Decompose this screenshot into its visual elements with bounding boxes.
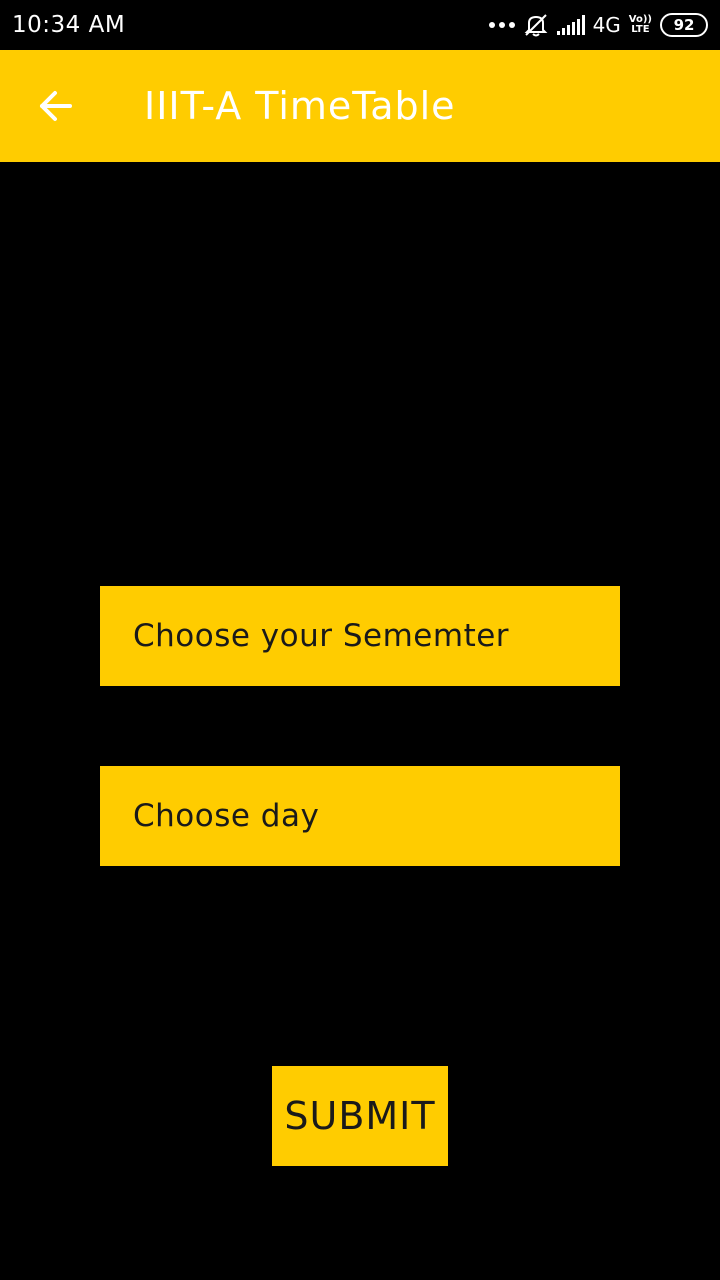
- status-bar: 10:34 AM 4G Vo)) LTE 92: [0, 0, 720, 50]
- day-select-label: Choose day: [133, 798, 320, 834]
- alarm-off-icon: [524, 14, 547, 37]
- submit-button-label: SUBMIT: [284, 1094, 436, 1138]
- signal-bars-icon: [556, 15, 585, 35]
- volte-bottom: LTE: [631, 24, 650, 35]
- submit-button[interactable]: SUBMIT: [272, 1066, 448, 1166]
- day-select[interactable]: Choose day: [100, 766, 620, 866]
- screen: 10:34 AM 4G Vo)) LTE 92 IIIT-A TimeTable…: [0, 0, 720, 1280]
- status-time: 10:34 AM: [12, 12, 126, 38]
- battery-level: 92: [673, 16, 695, 34]
- more-dots-icon: [488, 22, 515, 28]
- network-type: 4G: [592, 13, 621, 37]
- page-title: IIIT-A TimeTable: [144, 84, 456, 128]
- app-bar: IIIT-A TimeTable: [0, 50, 720, 162]
- status-icons: 4G Vo)) LTE 92: [488, 9, 708, 41]
- battery-icon: 92: [660, 13, 708, 37]
- back-button[interactable]: [28, 80, 84, 132]
- semester-select-label: Choose your Sememter: [133, 618, 510, 654]
- volte-indicator: Vo)) LTE: [629, 15, 652, 35]
- arrow-back-icon: [40, 91, 72, 121]
- semester-select[interactable]: Choose your Sememter: [100, 586, 620, 686]
